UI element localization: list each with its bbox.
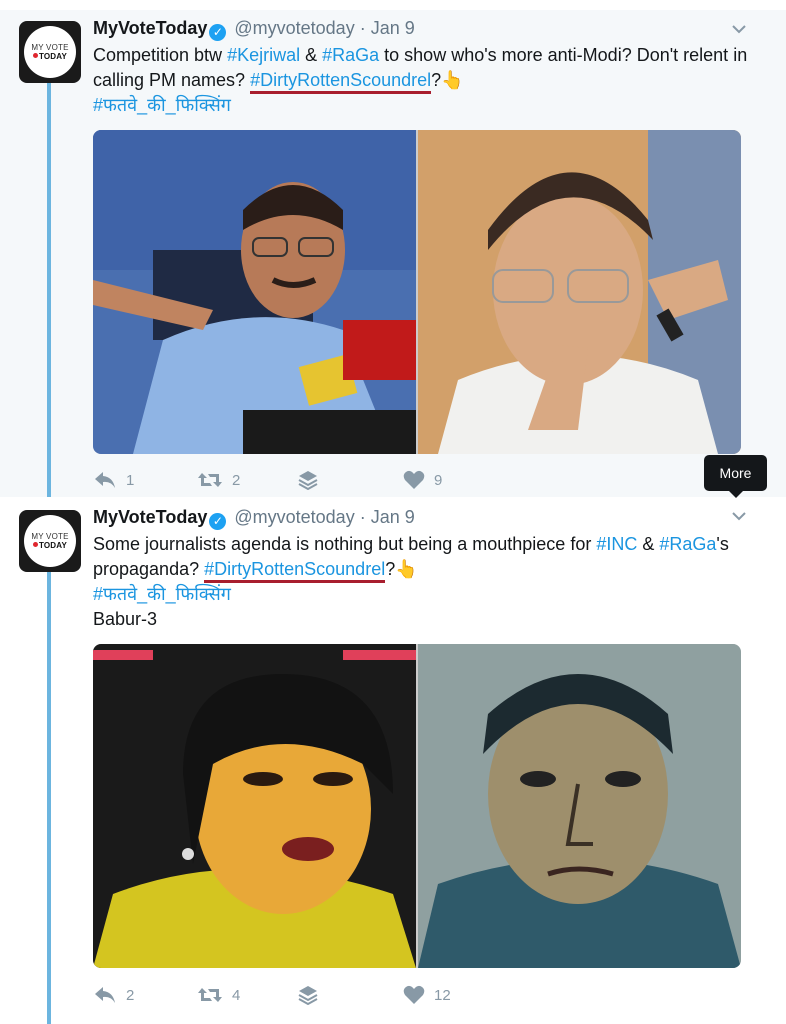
avatar[interactable]: MY VOTE TODAY xyxy=(19,510,81,572)
tweet-text: Some journalists agenda is nothing but b… xyxy=(93,534,729,629)
media-grid[interactable] xyxy=(93,130,741,454)
retweet-icon xyxy=(198,988,222,1002)
heart-icon xyxy=(403,470,425,489)
layers-icon xyxy=(298,986,318,1005)
tweet-text: Competition btw #Kejriwal & #RaGa to sho… xyxy=(93,45,748,115)
tweet-actions: 2 4 12 xyxy=(93,985,693,1011)
pointing-up-emoji: 👆 xyxy=(441,70,464,90)
hashtag-link[interactable]: #RaGa xyxy=(659,534,716,554)
verified-badge-icon: ✓ xyxy=(209,513,227,530)
pointing-up-emoji: 👆 xyxy=(395,559,418,579)
hashtag-link[interactable]: #RaGa xyxy=(322,45,379,65)
tweet-date[interactable]: Jan 9 xyxy=(371,18,415,38)
retweet-icon xyxy=(198,473,222,487)
user-handle[interactable]: @myvotetoday xyxy=(234,507,354,527)
avatar-logo: MY VOTE TODAY xyxy=(24,26,76,78)
display-name[interactable]: MyVoteToday xyxy=(93,507,207,527)
more-actions-button[interactable] xyxy=(298,470,327,490)
hashtag-link[interactable]: #Kejriwal xyxy=(227,45,300,65)
tweet-actions: 1 2 9 xyxy=(93,470,693,496)
tweet-2[interactable]: MY VOTE TODAY MyVoteToday ✓ @myvotetoday … xyxy=(0,497,786,1024)
chevron-down-icon[interactable] xyxy=(732,509,746,523)
tweet-header: MyVoteToday ✓ @myvotetoday · Jan 9 xyxy=(93,18,415,41)
layers-icon xyxy=(298,471,318,490)
avatar[interactable]: MY VOTE TODAY xyxy=(19,21,81,83)
thread-line xyxy=(47,563,51,1024)
photo-right[interactable] xyxy=(418,644,741,968)
more-actions-button[interactable] xyxy=(298,985,327,1005)
avatar-logo: MY VOTE TODAY xyxy=(24,515,76,567)
retweet-button[interactable]: 4 xyxy=(197,985,240,1005)
display-name[interactable]: MyVoteToday xyxy=(93,18,207,38)
tweet-header: MyVoteToday ✓ @myvotetoday · Jan 9 xyxy=(93,507,415,530)
chevron-down-icon[interactable] xyxy=(732,22,746,36)
photo-right[interactable] xyxy=(418,130,741,454)
verified-badge-icon: ✓ xyxy=(209,24,227,41)
tweet-date[interactable]: Jan 9 xyxy=(371,507,415,527)
reply-button[interactable]: 1 xyxy=(93,470,134,490)
like-button[interactable]: 12 xyxy=(403,985,451,1005)
like-button[interactable]: 9 xyxy=(403,470,442,490)
separator: · xyxy=(359,18,366,38)
hashtag-link-underlined[interactable]: #DirtyRottenScoundrel xyxy=(204,559,386,583)
reply-count: 2 xyxy=(126,986,135,1004)
reply-count: 1 xyxy=(126,471,135,489)
reply-icon xyxy=(95,472,115,488)
hashtag-link-hindi[interactable]: #फतवे_की_फिक्सिंग xyxy=(93,584,231,604)
reply-icon xyxy=(95,987,115,1003)
hashtag-link[interactable]: #INC xyxy=(596,534,637,554)
hashtag-link-hindi[interactable]: #फतवे_की_फिक्सिंग xyxy=(93,95,231,115)
retweet-count: 2 xyxy=(232,471,241,489)
user-handle[interactable]: @myvotetoday xyxy=(234,18,354,38)
heart-icon xyxy=(403,985,425,1004)
more-tooltip: More xyxy=(704,455,767,498)
photo-left[interactable] xyxy=(93,130,416,454)
tweet-1[interactable]: MY VOTE TODAY MyVoteToday ✓ @myvotetoday … xyxy=(0,0,786,497)
separator: · xyxy=(359,507,366,527)
tweet-extra-text: Babur-3 xyxy=(93,609,158,629)
retweet-button[interactable]: 2 xyxy=(197,470,240,490)
media-grid[interactable] xyxy=(93,644,741,968)
hashtag-link-underlined[interactable]: #DirtyRottenScoundrel xyxy=(250,70,432,94)
retweet-count: 4 xyxy=(232,986,241,1004)
thread-line xyxy=(47,76,51,497)
like-count: 12 xyxy=(434,986,451,1004)
like-count: 9 xyxy=(434,471,443,489)
photo-left[interactable] xyxy=(93,644,416,968)
reply-button[interactable]: 2 xyxy=(93,985,134,1005)
